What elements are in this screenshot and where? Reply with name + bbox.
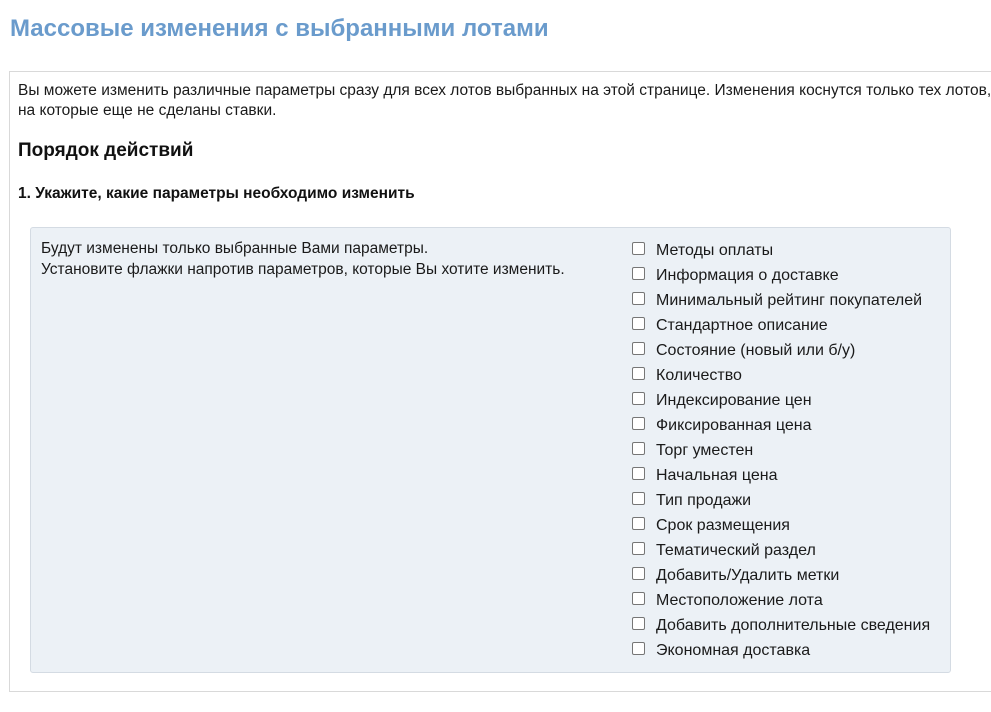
option-label[interactable]: Индексирование цен bbox=[656, 391, 812, 411]
option-label[interactable]: Минимальный рейтинг покупателей bbox=[656, 291, 922, 311]
bargaining-checkbox[interactable] bbox=[632, 442, 645, 455]
bulk-edit-page: Массовые изменения с выбранными лотами В… bbox=[0, 0, 991, 712]
location-checkbox[interactable] bbox=[632, 592, 645, 605]
option-condition: Состояние (новый или б/у) bbox=[629, 340, 930, 365]
min-buyer-rating-checkbox[interactable] bbox=[632, 292, 645, 305]
condition-checkbox[interactable] bbox=[632, 342, 645, 355]
sale-type-checkbox[interactable] bbox=[632, 492, 645, 505]
option-label[interactable]: Торг уместен bbox=[656, 441, 753, 461]
hint-line-2: Установите флажки напротив параметров, к… bbox=[41, 261, 565, 278]
option-label[interactable]: Информация о доставке bbox=[656, 266, 839, 286]
option-label[interactable]: Начальная цена bbox=[656, 466, 777, 486]
delivery-info-checkbox[interactable] bbox=[632, 267, 645, 280]
option-listing-duration: Срок размещения bbox=[629, 515, 930, 540]
option-fixed-price: Фиксированная цена bbox=[629, 415, 930, 440]
option-label[interactable]: Местоположение лота bbox=[656, 591, 823, 611]
option-sale-type: Тип продажи bbox=[629, 490, 930, 515]
option-tags: Добавить/Удалить метки bbox=[629, 565, 930, 590]
quantity-checkbox[interactable] bbox=[632, 367, 645, 380]
hint-line-1: Будут изменены только выбранные Вами пар… bbox=[41, 240, 429, 257]
tags-checkbox[interactable] bbox=[632, 567, 645, 580]
procedure-title: Порядок действий bbox=[18, 140, 194, 161]
option-payment-methods: Методы оплаты bbox=[629, 240, 930, 265]
option-category: Тематический раздел bbox=[629, 540, 930, 565]
option-label[interactable]: Добавить/Удалить метки bbox=[656, 566, 839, 586]
option-label[interactable]: Фиксированная цена bbox=[656, 416, 812, 436]
parameters-box: Будут изменены только выбранные Вами пар… bbox=[30, 227, 951, 673]
option-label[interactable]: Количество bbox=[656, 366, 742, 386]
option-label[interactable]: Методы оплаты bbox=[656, 241, 773, 261]
price-indexing-checkbox[interactable] bbox=[632, 392, 645, 405]
fixed-price-checkbox[interactable] bbox=[632, 417, 645, 430]
option-delivery-info: Информация о доставке bbox=[629, 265, 930, 290]
intro-text: Вы можете изменить различные параметры с… bbox=[18, 82, 991, 119]
option-label[interactable]: Добавить дополнительные сведения bbox=[656, 616, 930, 636]
category-checkbox[interactable] bbox=[632, 542, 645, 555]
option-location: Местоположение лота bbox=[629, 590, 930, 615]
page-title: Массовые изменения с выбранными лотами bbox=[10, 15, 549, 42]
bulk-edit-panel: Вы можете изменить различные параметры с… bbox=[9, 71, 991, 692]
option-label[interactable]: Тематический раздел bbox=[656, 541, 816, 561]
payment-methods-checkbox[interactable] bbox=[632, 242, 645, 255]
option-label[interactable]: Тип продажи bbox=[656, 491, 751, 511]
option-label[interactable]: Стандартное описание bbox=[656, 316, 828, 336]
economy-delivery-checkbox[interactable] bbox=[632, 642, 645, 655]
standard-description-checkbox[interactable] bbox=[632, 317, 645, 330]
option-price-indexing: Индексирование цен bbox=[629, 390, 930, 415]
option-label[interactable]: Состояние (новый или б/у) bbox=[656, 341, 855, 361]
option-standard-description: Стандартное описание bbox=[629, 315, 930, 340]
option-starting-price: Начальная цена bbox=[629, 465, 930, 490]
option-bargaining: Торг уместен bbox=[629, 440, 930, 465]
option-label[interactable]: Экономная доставка bbox=[656, 641, 810, 661]
option-label[interactable]: Срок размещения bbox=[656, 516, 790, 536]
option-additional-info: Добавить дополнительные сведения bbox=[629, 615, 930, 640]
listing-duration-checkbox[interactable] bbox=[632, 517, 645, 530]
starting-price-checkbox[interactable] bbox=[632, 467, 645, 480]
option-economy-delivery: Экономная доставка bbox=[629, 640, 930, 665]
option-min-buyer-rating: Минимальный рейтинг покупателей bbox=[629, 290, 930, 315]
option-quantity: Количество bbox=[629, 365, 930, 390]
parameters-hint: Будут изменены только выбранные Вами пар… bbox=[41, 238, 565, 280]
parameter-options-list: Методы оплаты Информация о доставке Мини… bbox=[629, 240, 930, 665]
additional-info-checkbox[interactable] bbox=[632, 617, 645, 630]
step-1-title: 1. Укажите, какие параметры необходимо и… bbox=[18, 185, 415, 202]
